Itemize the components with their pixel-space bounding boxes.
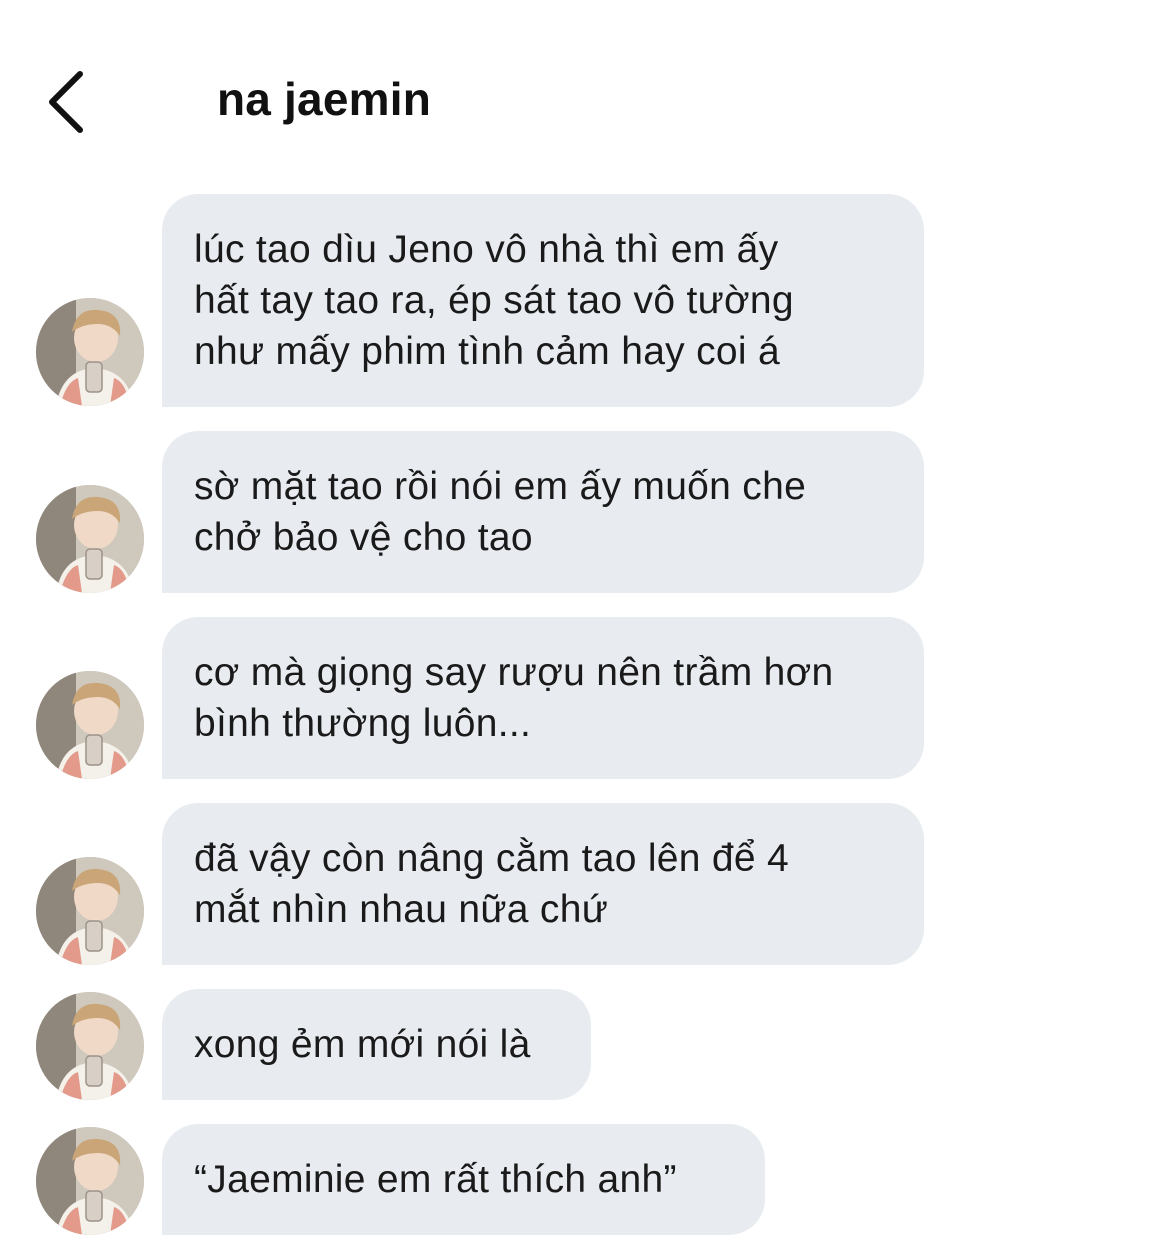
avatar[interactable]: [36, 485, 144, 593]
avatar[interactable]: [36, 671, 144, 779]
back-button[interactable]: [38, 66, 98, 138]
message-text: đã vậy còn nâng cằm tao lên để 4 mắt nhì…: [194, 837, 789, 931]
contact-name: na jaemin: [217, 73, 431, 125]
avatar[interactable]: [36, 1127, 144, 1235]
message-bubble[interactable]: cơ mà giọng say rượu nên trầm hơn bình t…: [162, 617, 924, 779]
avatar[interactable]: [36, 857, 144, 965]
message-text: xong ẻm mới nói là: [194, 1023, 531, 1066]
message-text: “Jaeminie em rất thích anh”: [194, 1158, 677, 1201]
message-bubble[interactable]: lúc tao dìu Jeno vô nhà thì em ấy hất ta…: [162, 194, 924, 407]
message-bubble[interactable]: đã vậy còn nâng cằm tao lên để 4 mắt nhì…: [162, 803, 924, 965]
chat-header: na jaemin: [0, 0, 1168, 180]
message-bubble[interactable]: xong ẻm mới nói là: [162, 989, 591, 1100]
message-text: cơ mà giọng say rượu nên trầm hơn bình t…: [194, 651, 834, 745]
message-bubble[interactable]: sờ mặt tao rồi nói em ấy muốn che chở bả…: [162, 431, 924, 593]
message-bubble[interactable]: “Jaeminie em rất thích anh”: [162, 1124, 765, 1235]
message-text: lúc tao dìu Jeno vô nhà thì em ấy hất ta…: [194, 228, 794, 373]
avatar[interactable]: [36, 992, 144, 1100]
chevron-left-icon: [49, 71, 83, 133]
avatar[interactable]: [36, 298, 144, 406]
message-text: sờ mặt tao rồi nói em ấy muốn che chở bả…: [194, 465, 807, 559]
